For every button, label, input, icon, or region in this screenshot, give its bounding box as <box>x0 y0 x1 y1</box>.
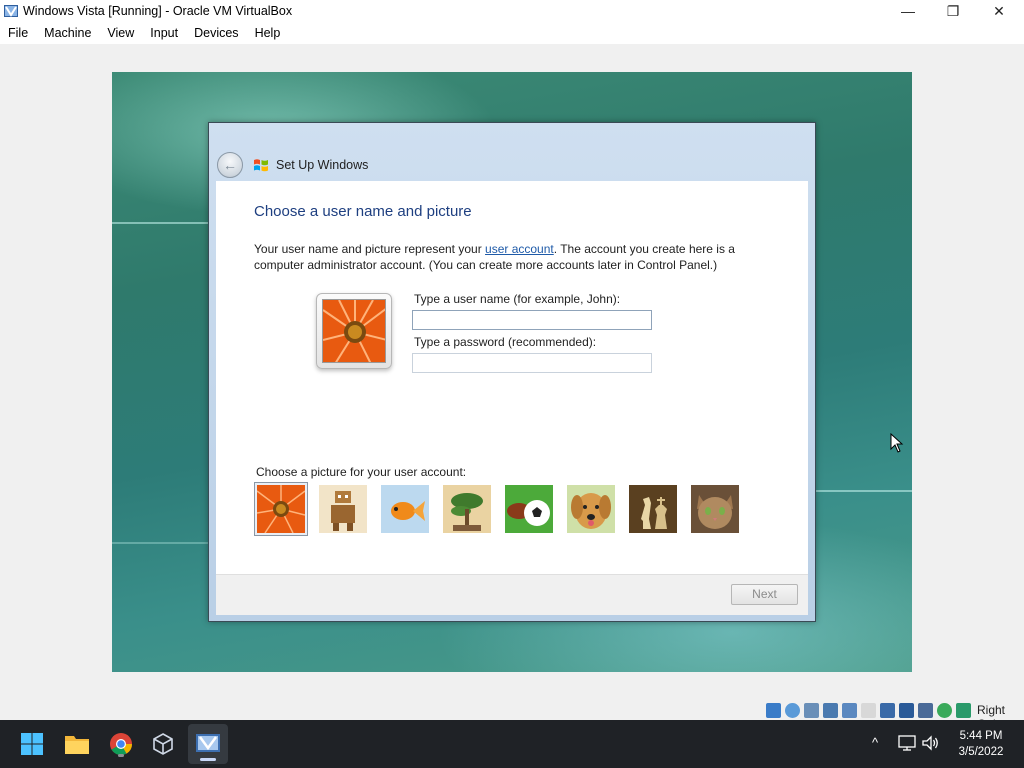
show-hidden-icons-button[interactable]: ^ <box>872 735 878 750</box>
menu-devices[interactable]: Devices <box>186 26 246 40</box>
audio-icon[interactable] <box>804 702 819 718</box>
vm-display-area: ← Set Up Windows Choose a user name and … <box>0 44 1024 700</box>
flower-picture <box>322 299 386 363</box>
running-indicator <box>118 754 124 757</box>
page-heading: Choose a user name and picture <box>254 203 472 220</box>
optical-drive-icon[interactable] <box>785 702 800 718</box>
menu-bar: File Machine View Input Devices Help <box>0 22 1024 44</box>
menu-input[interactable]: Input <box>142 26 186 40</box>
picture-option-sports-balls[interactable] <box>505 485 553 533</box>
chevron-up-icon: ^ <box>872 735 879 750</box>
menu-view[interactable]: View <box>99 26 142 40</box>
back-arrow-icon: ← <box>223 157 237 173</box>
picture-option-robot[interactable] <box>319 485 367 533</box>
close-icon: ✕ <box>993 2 1005 19</box>
virtualbox-vm-icon <box>196 734 220 752</box>
chrome-icon <box>110 733 132 755</box>
password-input[interactable] <box>412 353 652 373</box>
shared-folders-icon[interactable] <box>861 702 876 718</box>
network-tray-icon[interactable] <box>898 735 916 751</box>
minimize-icon: — <box>901 3 915 19</box>
usb-icon[interactable] <box>842 702 857 718</box>
virtualbox-icon <box>4 5 18 17</box>
picture-chooser <box>254 482 754 536</box>
window-titlebar: Windows Vista [Running] - Oracle VM Virt… <box>0 0 1024 22</box>
minimize-button[interactable]: — <box>885 0 931 22</box>
picture-option-kitten[interactable] <box>691 485 739 533</box>
restore-button[interactable]: ❐ <box>930 0 976 22</box>
active-indicator <box>200 758 216 761</box>
dialog-footer: Next <box>216 574 808 615</box>
volume-tray-icon[interactable] <box>922 735 940 751</box>
network-icon[interactable] <box>823 702 838 718</box>
password-label: Type a password (recommended): <box>414 335 597 349</box>
hard-disk-icon[interactable] <box>766 702 781 718</box>
picture-option-bonsai[interactable] <box>443 485 491 533</box>
close-button[interactable]: ✕ <box>976 0 1022 22</box>
folder-icon <box>65 736 89 754</box>
dialog-header: ← Set Up Windows <box>209 123 815 181</box>
clock[interactable]: 5:44 PM 3/5/2022 <box>946 728 1016 760</box>
start-button[interactable] <box>16 728 48 760</box>
description-part: Your user name and picture represent you… <box>254 242 486 256</box>
window-title: Windows Vista [Running] - Oracle VM Virt… <box>23 4 293 18</box>
video-capture-icon[interactable] <box>899 702 914 718</box>
menu-machine[interactable]: Machine <box>36 26 99 40</box>
vm-status-bar <box>766 700 975 720</box>
clock-time: 5:44 PM <box>959 730 1003 742</box>
wallpaper-streak <box>112 542 222 544</box>
picture-option-goldfish[interactable] <box>381 485 429 533</box>
username-label: Type a user name (for example, John): <box>414 292 621 306</box>
dialog-body: Choose a user name and picture Your user… <box>216 181 808 574</box>
windows-flag-icon <box>254 159 268 172</box>
windows-start-icon <box>21 733 43 755</box>
menu-help[interactable]: Help <box>247 26 289 40</box>
clock-date: 3/5/2022 <box>958 746 1004 758</box>
taskbar-virtualbox-vm[interactable] <box>188 724 228 764</box>
back-button[interactable]: ← <box>217 152 243 178</box>
description-text: Your user name and picture represent you… <box>254 241 774 273</box>
mouse-integration-icon[interactable] <box>937 702 952 718</box>
menu-file[interactable]: File <box>0 26 36 40</box>
next-button[interactable]: Next <box>731 584 798 605</box>
virtualization-icon[interactable] <box>918 702 933 718</box>
picture-option-puppy[interactable] <box>567 485 615 533</box>
taskbar-chrome[interactable] <box>105 728 137 760</box>
dialog-title: Set Up Windows <box>276 158 369 172</box>
username-input[interactable] <box>412 310 652 330</box>
selected-picture-preview <box>316 293 392 369</box>
taskbar-file-explorer[interactable] <box>61 728 93 760</box>
picture-option-flower[interactable] <box>254 482 308 536</box>
choose-picture-label: Choose a picture for your user account: <box>256 465 467 479</box>
picture-option-chess[interactable] <box>629 485 677 533</box>
taskbar-virtualbox-manager[interactable] <box>147 728 179 760</box>
keyboard-capture-icon[interactable] <box>956 702 971 718</box>
virtualbox-manager-icon <box>153 733 173 755</box>
setup-windows-dialog: ← Set Up Windows Choose a user name and … <box>208 122 816 622</box>
taskbar: ^ 5:44 PM 3/5/2022 <box>0 720 1024 768</box>
restore-icon: ❐ <box>946 2 960 19</box>
user-account-link[interactable]: user account <box>485 242 554 256</box>
display-icon[interactable] <box>880 702 895 718</box>
guest-screen[interactable]: ← Set Up Windows Choose a user name and … <box>112 72 912 672</box>
mouse-pointer-icon <box>890 433 904 453</box>
